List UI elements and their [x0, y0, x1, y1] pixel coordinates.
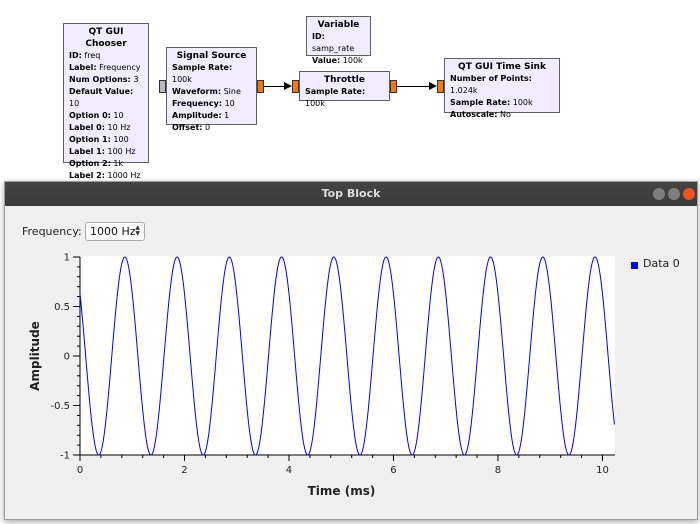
param-value: 0: [205, 123, 211, 132]
signal-source-block[interactable]: Signal Source Sample Rate: 100k Waveform:…: [166, 47, 257, 132]
param-value: 100k: [512, 98, 533, 107]
param-value: 10: [69, 99, 80, 108]
connection-line[interactable]: [264, 86, 284, 87]
param-key: Autoscale:: [450, 110, 498, 119]
block-param: ID: samp_rate: [312, 31, 365, 55]
block-param: ID: freq: [69, 50, 143, 62]
block-param: Label 0: 10 Hz: [69, 122, 143, 134]
param-key: Sample Rate:: [450, 98, 511, 107]
param-value: 1: [224, 111, 230, 120]
block-param: Sample Rate: 100k: [172, 62, 251, 86]
block-param: Number of Points: 1.024k: [450, 73, 554, 97]
block-title: Variable: [317, 20, 360, 30]
block-param: Option 1: 100: [69, 134, 143, 146]
param-key: Option 1:: [69, 135, 111, 144]
param-value: 100k: [305, 99, 325, 108]
param-key: Option 2:: [69, 159, 111, 168]
param-key: ID:: [312, 32, 325, 41]
y-tick-label: 1: [64, 253, 70, 264]
param-value: 10: [224, 99, 235, 108]
block-param: Option 0: 10: [69, 110, 143, 122]
block-param: Label 1: 100 Hz: [69, 146, 143, 158]
param-value: 100 Hz: [107, 147, 136, 156]
block-param: Option 2: 1k: [69, 158, 143, 170]
param-key: Label 0:: [69, 123, 105, 132]
param-key: Num Options:: [69, 75, 131, 84]
series-line-data-0: [79, 256, 615, 456]
y-tick-label: -1: [60, 451, 70, 462]
param-value: samp_rate: [312, 44, 355, 53]
block-param: Offset: 0: [172, 122, 251, 134]
param-value: 100k: [172, 75, 192, 84]
x-tick-label: 6: [390, 465, 396, 476]
x-axis-label: Time (ms): [308, 484, 376, 498]
qt-gui-time-sink-block[interactable]: QT GUI Time Sink Number of Points: 1.024…: [444, 58, 560, 119]
block-param: Num Options: 3: [69, 74, 143, 86]
throttle-block[interactable]: Throttle Sample Rate: 100k: [299, 71, 390, 108]
variable-block[interactable]: Variable ID: samp_rate Value: 100k: [306, 16, 371, 65]
param-key: Sample Rate:: [172, 63, 233, 72]
param-key: Offset:: [172, 123, 203, 132]
signal-source-output-port[interactable]: [257, 80, 264, 93]
throttle-input-port[interactable]: [292, 80, 299, 93]
y-axis-label: Amplitude: [28, 321, 42, 391]
block-param: Value: 100k: [312, 55, 365, 67]
param-value: Frequency: [99, 63, 141, 72]
top-block-window: Top Block Frequency: 1000 Hz ▲ ▼ Data 0 1…: [4, 181, 698, 520]
block-param: Frequency: 10: [172, 98, 251, 110]
y-tick-label: -0.5: [50, 401, 70, 412]
throttle-output-port[interactable]: [390, 80, 397, 93]
param-key: ID:: [69, 51, 82, 60]
param-value: freq: [84, 51, 101, 60]
param-key: Option 0:: [69, 111, 111, 120]
qt-gui-chooser-block[interactable]: QT GUI Chooser ID: freq Label: Frequency N…: [63, 23, 149, 180]
block-title: QT GUI Time Sink: [458, 62, 546, 72]
param-value: 100k: [342, 56, 363, 65]
x-tick-label: 8: [495, 465, 501, 476]
param-key: Sample Rate:: [305, 87, 366, 96]
x-tick-label: 2: [181, 465, 187, 476]
block-param: Sample Rate: 100k: [450, 97, 554, 109]
block-param: Autoscale: No: [450, 109, 554, 121]
x-tick-label: 4: [286, 465, 292, 476]
param-key: Frequency:: [172, 99, 223, 108]
time-sink-input-port[interactable]: [437, 80, 444, 93]
block-param: Sample Rate: 100k: [305, 86, 384, 110]
param-value: 100: [113, 135, 129, 144]
block-param: Waveform: Sine: [172, 86, 251, 98]
param-key: Label 2:: [69, 171, 105, 180]
param-key: Value:: [312, 56, 341, 65]
block-title: Throttle: [324, 75, 365, 85]
x-tick-label: 0: [77, 465, 83, 476]
block-param: Default Value: 10: [69, 86, 143, 110]
param-value: 1k: [113, 159, 124, 168]
param-value: 1000 Hz: [107, 171, 141, 180]
x-tick-label: 10: [596, 465, 609, 476]
chooser-output-port[interactable]: [159, 80, 166, 93]
param-key: Label 1:: [69, 147, 105, 156]
param-key: Waveform:: [172, 87, 222, 96]
block-param: Amplitude: 1: [172, 110, 251, 122]
param-key: Default Value:: [69, 87, 134, 96]
connection-arrow: [429, 82, 437, 90]
param-key: Amplitude:: [172, 111, 222, 120]
connection-arrow: [284, 82, 292, 90]
time-plot: 1 0.5 0 -0.5 -1 0 2 4 6 8 10 Time (ms) Amplitude: [28, 253, 615, 498]
param-value: 1.024k: [450, 86, 478, 95]
param-value: 3: [133, 75, 139, 84]
connection-line[interactable]: [397, 86, 429, 87]
param-value: 10: [113, 111, 124, 120]
param-value: 10 Hz: [107, 123, 131, 132]
block-title: Signal Source: [176, 51, 247, 61]
param-value: Sine: [223, 87, 241, 96]
param-key: Label:: [69, 63, 97, 72]
param-key: Number of Points:: [450, 74, 532, 83]
block-title: QT GUI Chooser: [85, 27, 127, 49]
y-tick-label: 0.5: [54, 302, 70, 313]
block-param: Label: Frequency: [69, 62, 143, 74]
param-value: No: [500, 110, 511, 119]
y-tick-label: 0: [64, 352, 70, 363]
